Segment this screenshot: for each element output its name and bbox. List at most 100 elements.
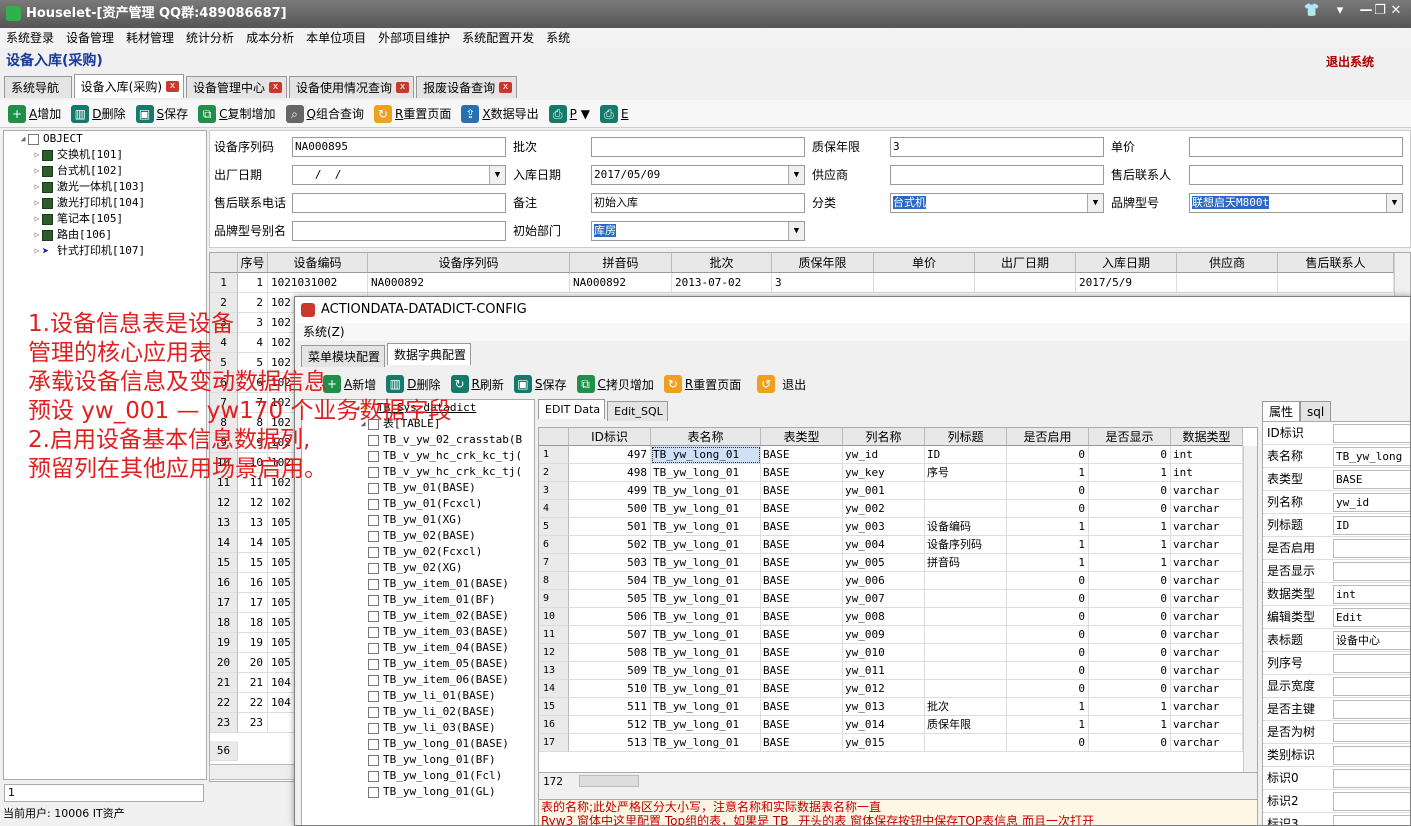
property-value[interactable] xyxy=(1333,723,1410,742)
property-value[interactable] xyxy=(1333,424,1410,443)
menu-consumables[interactable]: 耗材管理 xyxy=(126,28,174,48)
grid-cell[interactable] xyxy=(1177,273,1278,293)
grid-cell[interactable]: 0 xyxy=(1089,482,1171,500)
contact-field[interactable] xyxy=(1189,165,1403,185)
expand-icon[interactable]: ▷ xyxy=(32,195,42,211)
tree-item[interactable]: TB_yw_li_01(BASE) xyxy=(302,688,534,704)
column-header[interactable]: 设备序列码 xyxy=(368,253,570,273)
grid-cell[interactable]: varchar xyxy=(1171,698,1243,716)
property-value[interactable]: yw_id xyxy=(1333,493,1410,512)
grid-cell[interactable]: 23 xyxy=(238,713,268,733)
grid-cell[interactable]: varchar xyxy=(1171,554,1243,572)
row-header[interactable]: 8 xyxy=(539,572,569,590)
tree-item[interactable]: TB_yw_01(Fcxcl) xyxy=(302,496,534,512)
grid-cell[interactable] xyxy=(925,500,1007,518)
tree-item[interactable]: TB_yw_item_03(BASE) xyxy=(302,624,534,640)
tree-item[interactable]: TB_yw_long_01(BASE) xyxy=(302,736,534,752)
grid-cell[interactable]: 13 xyxy=(238,513,268,533)
grid-cell[interactable]: TB_yw_long_01 xyxy=(651,464,761,482)
tree-item[interactable]: TB_yw_item_02(BASE) xyxy=(302,608,534,624)
menu-system-login[interactable]: 系统登录 xyxy=(6,28,54,48)
grid-cell[interactable]: yw_013 xyxy=(843,698,925,716)
grid-cell[interactable]: BASE xyxy=(761,518,843,536)
grid-cell[interactable]: 0 xyxy=(1089,734,1171,752)
grid-cell[interactable]: BASE xyxy=(761,716,843,734)
close-icon[interactable]: x xyxy=(499,82,513,93)
grid-cell[interactable]: BASE xyxy=(761,626,843,644)
grid-cell[interactable] xyxy=(1278,273,1394,293)
grid-cell[interactable]: 504 xyxy=(569,572,651,590)
grid-cell[interactable]: 1 xyxy=(1007,518,1089,536)
tree-item[interactable]: ▷ 激光打印机[104] xyxy=(4,195,206,211)
grid-cell[interactable] xyxy=(975,273,1076,293)
property-value[interactable] xyxy=(1333,654,1410,673)
price-field[interactable] xyxy=(1189,137,1403,157)
column-header[interactable]: 供应商 xyxy=(1177,253,1278,273)
copy-add-button[interactable]: ⧉ C 拷贝增加 xyxy=(576,375,654,393)
row-header[interactable]: 15 xyxy=(210,553,238,573)
grid-cell[interactable]: 14 xyxy=(238,533,268,553)
vertical-scrollbar[interactable] xyxy=(1243,446,1257,772)
menu-dropdown-icon[interactable]: ▾ xyxy=(1327,0,1353,22)
grid-cell[interactable]: BASE xyxy=(761,572,843,590)
grid-cell[interactable]: yw_003 xyxy=(843,518,925,536)
row-header[interactable]: 14 xyxy=(539,680,569,698)
serial-field[interactable]: NA000895 xyxy=(292,137,506,157)
grid-cell[interactable]: varchar xyxy=(1171,500,1243,518)
tab-device-inbound[interactable]: 设备入库(采购) x xyxy=(73,74,185,98)
warranty-field[interactable]: 3 xyxy=(890,137,1104,157)
batch-field[interactable] xyxy=(591,137,805,157)
grid-cell[interactable]: TB_yw_long_01 xyxy=(651,536,761,554)
grid-cell[interactable]: 1 xyxy=(1007,716,1089,734)
grid-cell[interactable]: TB_yw_long_01 xyxy=(651,518,761,536)
grid-cell[interactable]: varchar xyxy=(1171,482,1243,500)
grid-cell[interactable]: 0 xyxy=(1007,500,1089,518)
close-icon[interactable]: x xyxy=(166,81,180,92)
grid-cell[interactable]: varchar xyxy=(1171,662,1243,680)
note-field[interactable]: 初始入库 xyxy=(591,193,805,213)
print-button[interactable]: ⎙ P ▼ xyxy=(548,104,590,123)
tree-item[interactable]: ▷ ➤ 针式打印机[107] xyxy=(4,243,206,259)
combo-query-button[interactable]: ⌕ Q 组合查询 xyxy=(285,104,364,123)
property-value[interactable] xyxy=(1333,769,1410,788)
menu-system[interactable]: 系统 xyxy=(546,28,570,48)
grid-cell[interactable] xyxy=(925,482,1007,500)
tree-item[interactable]: TB_yw_long_01(Fcl) xyxy=(302,768,534,784)
grid-cell[interactable]: 501 xyxy=(569,518,651,536)
row-header[interactable]: 19 xyxy=(210,633,238,653)
grid-cell[interactable]: yw_001 xyxy=(843,482,925,500)
delete-button[interactable]: ▥ D 删除 xyxy=(71,104,126,123)
grid-cell[interactable] xyxy=(925,662,1007,680)
tree-item[interactable]: TB_yw_item_01(BF) xyxy=(302,592,534,608)
grid-cell[interactable]: 1 xyxy=(1089,518,1171,536)
menu-statistics[interactable]: 统计分析 xyxy=(186,28,234,48)
property-value[interactable]: BASE xyxy=(1333,470,1410,489)
tree-item[interactable]: ▷ 台式机[102] xyxy=(4,163,206,179)
grid-cell[interactable] xyxy=(874,273,975,293)
grid-cell[interactable]: BASE xyxy=(761,608,843,626)
tree-item[interactable]: TB_yw_item_01(BASE) xyxy=(302,576,534,592)
grid-cell[interactable]: BASE xyxy=(761,464,843,482)
row-header[interactable]: 17 xyxy=(539,734,569,752)
grid-cell[interactable]: TB_yw_long_01 xyxy=(651,608,761,626)
refresh-button[interactable]: ↻ R 刷新 xyxy=(450,375,504,393)
grid-cell[interactable]: TB_yw_long_01 xyxy=(651,482,761,500)
grid-cell[interactable]: varchar xyxy=(1171,608,1243,626)
property-value[interactable] xyxy=(1333,792,1410,811)
column-header[interactable]: 列标题 xyxy=(925,428,1007,446)
reset-page-button[interactable]: ↻ R 重置页面 xyxy=(663,375,741,393)
grid-cell[interactable]: NA000892 xyxy=(368,273,570,293)
property-value[interactable] xyxy=(1333,815,1410,825)
column-header[interactable]: 单价 xyxy=(874,253,975,273)
expand-icon[interactable]: ▷ xyxy=(32,179,42,195)
column-header[interactable]: 表名称 xyxy=(651,428,761,446)
menu-unit-projects[interactable]: 本单位项目 xyxy=(306,28,366,48)
grid-cell[interactable]: BASE xyxy=(761,554,843,572)
dept-select[interactable]: 库房 ▼ xyxy=(591,221,805,241)
grid-cell[interactable]: varchar xyxy=(1171,590,1243,608)
row-header[interactable]: 15 xyxy=(539,698,569,716)
row-header[interactable]: 3 xyxy=(539,482,569,500)
collapse-icon[interactable]: ◢ xyxy=(18,131,28,147)
tree-item[interactable]: TB_yw_02(Fcxcl) xyxy=(302,544,534,560)
grid-cell[interactable]: varchar xyxy=(1171,716,1243,734)
